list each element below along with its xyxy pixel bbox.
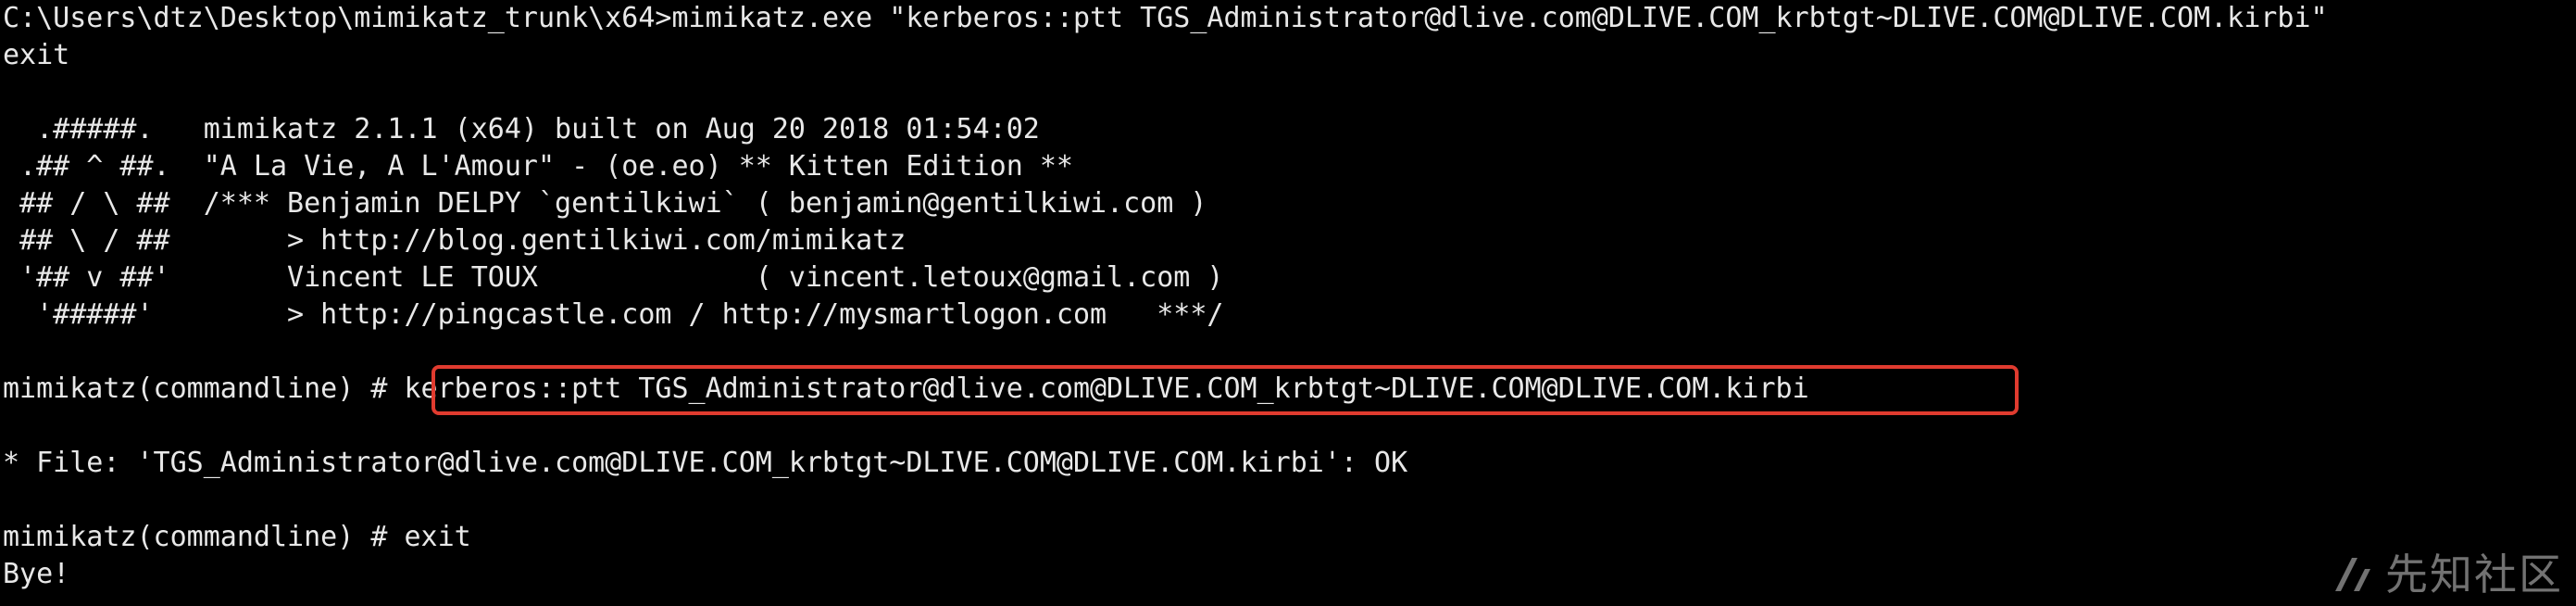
watermark: 先知社区 — [2330, 552, 2563, 597]
banner-line-6: '#####' > http://pingcastle.com / http:/… — [3, 298, 1224, 331]
terminal-window[interactable]: C:\Users\dtz\Desktop\mimikatz_trunk\x64>… — [0, 0, 2576, 606]
banner-line-2: .## ^ ##. "A La Vie, A L'Amour" - (oe.eo… — [3, 150, 1073, 183]
terminal-line-command: C:\Users\dtz\Desktop\mimikatz_trunk\x64>… — [3, 2, 2328, 34]
banner-line-4: ## \ / ## > http://blog.gentilkiwi.com/m… — [3, 224, 907, 257]
banner-line-1: .#####. mimikatz 2.1.1 (x64) built on Au… — [3, 113, 1040, 145]
command-highlight-box — [431, 365, 2019, 415]
terminal-line-exit-arg: exit — [3, 39, 70, 71]
terminal-line-bye: Bye! — [3, 558, 70, 590]
mimikatz-exit-command: mimikatz(commandline) # exit — [3, 521, 471, 553]
ptt-result-line: * File: 'TGS_Administrator@dlive.com@DLI… — [3, 447, 1408, 479]
watermark-text: 先知社区 — [2385, 549, 2563, 600]
banner-line-3: ## / \ ## /*** Benjamin DELPY `gentilkiw… — [3, 187, 1207, 220]
xianzhi-logo-icon — [2335, 558, 2370, 591]
banner-line-5: '## v ##' Vincent LE TOUX ( vincent.leto… — [3, 261, 1224, 294]
